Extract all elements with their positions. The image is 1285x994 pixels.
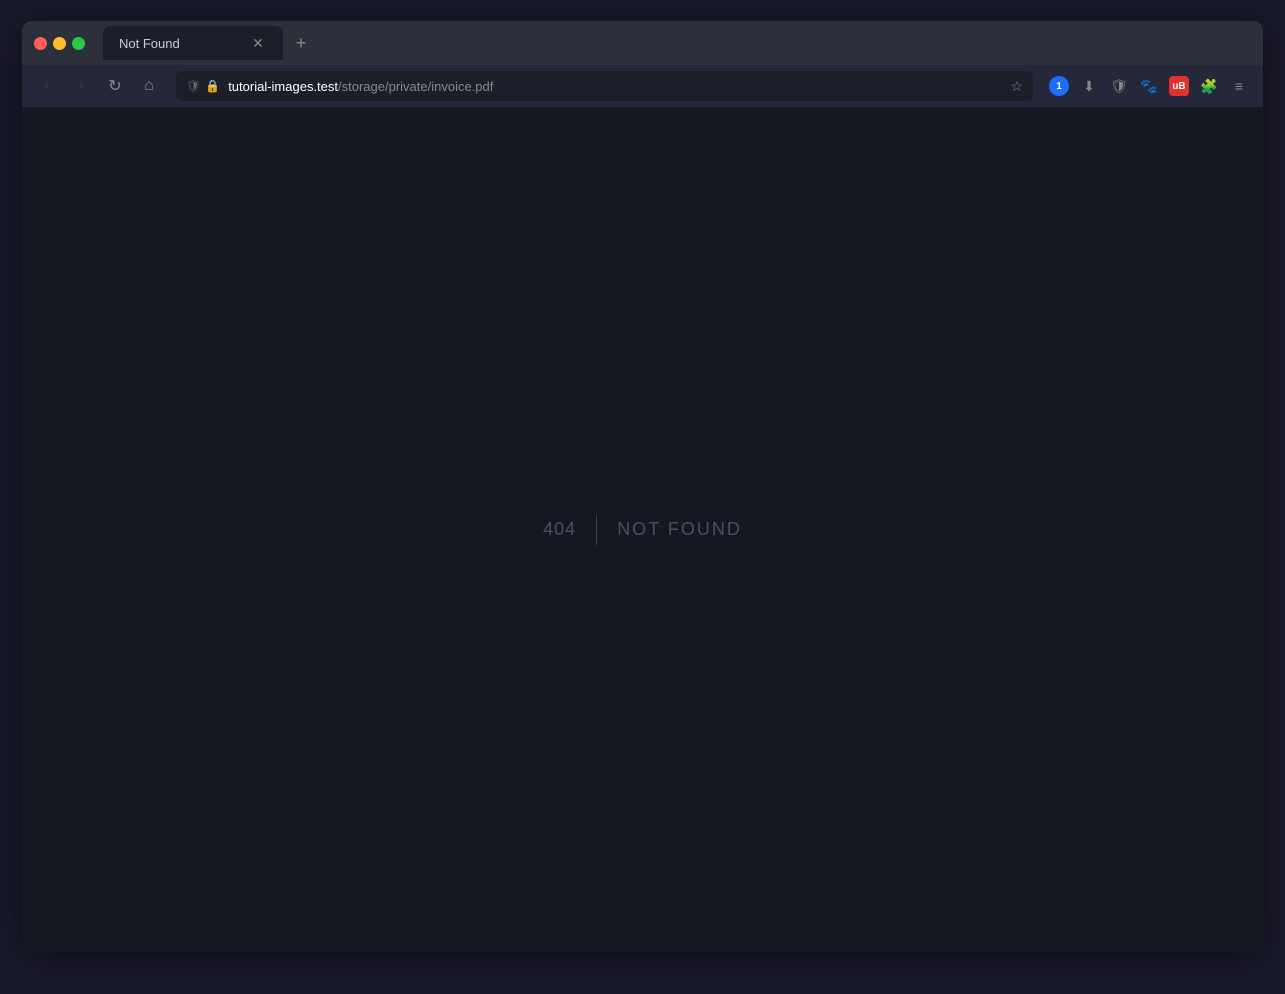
- shield-icon: 🛡: [186, 79, 201, 93]
- browser-window: Not Found ✕ + ‹ › ↻ ⌂ 🛡 🔒 tutorial-image…: [22, 21, 1263, 952]
- tab-close-button[interactable]: ✕: [249, 34, 267, 52]
- lock-icon: 🔒: [205, 79, 220, 93]
- address-text: tutorial-images.test/storage/private/inv…: [228, 79, 1002, 94]
- forward-icon: ›: [78, 77, 83, 95]
- toolbar-extensions: 1 ⬇ 🛡 🐾 uB 🧩 ≡: [1045, 72, 1253, 100]
- minimize-button[interactable]: [53, 37, 66, 50]
- page-content: 404 NOT FOUND: [22, 107, 1263, 952]
- 1password-icon: 1: [1049, 76, 1069, 96]
- error-container: 404 NOT FOUND: [543, 515, 742, 545]
- title-bar: Not Found ✕ +: [22, 21, 1263, 65]
- error-divider: [596, 515, 597, 545]
- menu-button[interactable]: ≡: [1225, 72, 1253, 100]
- shield-extension-icon: 🛡: [1110, 78, 1128, 95]
- claw-extension-button[interactable]: 🐾: [1135, 72, 1163, 100]
- error-message: NOT FOUND: [617, 519, 742, 540]
- bookmark-icon[interactable]: ☆: [1010, 78, 1023, 95]
- address-domain: tutorial-images.test: [228, 79, 338, 94]
- tab-title: Not Found: [119, 36, 241, 51]
- ublock-icon: uB: [1169, 76, 1189, 96]
- forward-button[interactable]: ›: [66, 71, 96, 101]
- address-path: /storage/private/invoice.pdf: [338, 79, 493, 94]
- claw-icon: 🐾: [1140, 78, 1157, 95]
- ublock-button[interactable]: uB: [1165, 72, 1193, 100]
- address-bar-icons: 🛡 🔒: [186, 79, 220, 93]
- maximize-button[interactable]: [72, 37, 85, 50]
- home-icon: ⌂: [144, 77, 154, 95]
- reload-icon: ↻: [108, 76, 121, 96]
- hamburger-icon: ≡: [1235, 78, 1243, 94]
- close-button[interactable]: [34, 37, 47, 50]
- download-icon: ⬇: [1083, 78, 1095, 95]
- extensions-button[interactable]: 🧩: [1195, 72, 1223, 100]
- home-button[interactable]: ⌂: [134, 71, 164, 101]
- new-tab-button[interactable]: +: [287, 29, 315, 57]
- toolbar: ‹ › ↻ ⌂ 🛡 🔒 tutorial-images.test/storage…: [22, 65, 1263, 107]
- active-tab[interactable]: Not Found ✕: [103, 26, 283, 60]
- info-button[interactable]: 1: [1045, 72, 1073, 100]
- download-button[interactable]: ⬇: [1075, 72, 1103, 100]
- address-bar[interactable]: 🛡 🔒 tutorial-images.test/storage/private…: [176, 71, 1033, 101]
- traffic-lights: [34, 37, 85, 50]
- reload-button[interactable]: ↻: [100, 71, 130, 101]
- back-button[interactable]: ‹: [32, 71, 62, 101]
- shield-extension-button[interactable]: 🛡: [1105, 72, 1133, 100]
- puzzle-icon: 🧩: [1200, 78, 1217, 95]
- tab-bar: Not Found ✕ +: [103, 26, 1251, 60]
- back-icon: ‹: [44, 77, 49, 95]
- error-code: 404: [543, 519, 576, 540]
